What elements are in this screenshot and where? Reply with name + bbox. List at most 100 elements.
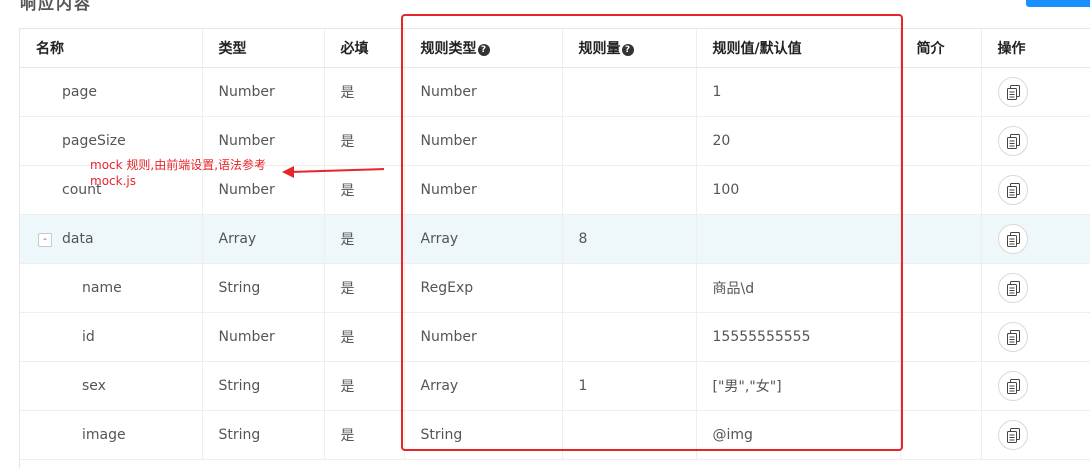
section-heading: 响应内容 bbox=[20, 0, 93, 13]
table-row: name String 是 RegExp 商品\d bbox=[20, 263, 1090, 313]
cell-action bbox=[981, 312, 1090, 362]
cell-rule-amount bbox=[562, 116, 697, 166]
col-header-rule-amount: 规则量? bbox=[562, 29, 697, 68]
table-row: sex String 是 Array 1 ["男","女"] bbox=[20, 361, 1090, 411]
table-header-row: 名称 类型 必填 规则类型? 规则量? 规则值/默认值 简介 操作 bbox=[20, 29, 1090, 68]
col-header-required: 必填 bbox=[324, 29, 405, 68]
cell-required: 是 bbox=[324, 361, 405, 411]
cell-rule-value: 15555555555 bbox=[696, 312, 901, 362]
cell-rule-type: RegExp bbox=[404, 263, 563, 313]
annotation-line: mock 规则,由前端设置,语法参考 bbox=[90, 158, 267, 172]
cell-required: 是 bbox=[324, 312, 405, 362]
table-row: id Number 是 Number 15555555555 bbox=[20, 312, 1090, 362]
cell-rule-value: 1 bbox=[696, 67, 901, 117]
cell-required: 是 bbox=[324, 263, 405, 313]
cell-rule-value: 商品\d bbox=[696, 263, 901, 313]
table-row: image String 是 String @img bbox=[20, 410, 1090, 460]
cell-required: 是 bbox=[324, 67, 405, 117]
copy-icon bbox=[1006, 280, 1020, 296]
cell-action bbox=[981, 67, 1090, 117]
col-header-rule-type-label: 规则类型 bbox=[420, 40, 477, 57]
cell-rule-type: Number bbox=[404, 116, 563, 166]
cell-rule-amount bbox=[562, 410, 697, 460]
copy-button[interactable] bbox=[997, 76, 1028, 107]
cell-action bbox=[981, 116, 1090, 166]
cell-description bbox=[900, 361, 982, 411]
cell-name: image bbox=[20, 410, 203, 460]
cell-rule-value bbox=[696, 214, 901, 264]
table-row: - data Array 是 Array 8 bbox=[20, 214, 1090, 264]
table-row: page Number 是 Number 1 bbox=[20, 67, 1090, 117]
copy-button[interactable] bbox=[997, 272, 1028, 303]
cell-action bbox=[981, 263, 1090, 313]
copy-button[interactable] bbox=[997, 174, 1028, 205]
copy-icon bbox=[1006, 329, 1020, 345]
cell-rule-amount: 8 bbox=[562, 214, 697, 264]
col-header-description: 简介 bbox=[900, 29, 982, 68]
cell-type: Number bbox=[202, 67, 325, 117]
col-header-name: 名称 bbox=[20, 29, 203, 68]
cell-rule-type: Array bbox=[404, 361, 563, 411]
cell-action bbox=[981, 361, 1090, 411]
cell-rule-amount bbox=[562, 263, 697, 313]
cell-name: page bbox=[20, 67, 203, 117]
collapse-toggle-button[interactable]: - bbox=[38, 232, 52, 247]
cell-type: String bbox=[202, 410, 325, 460]
cell-rule-type: Array bbox=[404, 214, 563, 264]
cell-required: 是 bbox=[324, 214, 405, 264]
cell-type: Array bbox=[202, 214, 325, 264]
cell-description bbox=[900, 263, 982, 313]
copy-icon bbox=[1006, 133, 1020, 149]
col-header-action: 操作 bbox=[981, 29, 1090, 68]
cell-description bbox=[900, 312, 982, 362]
copy-button[interactable] bbox=[997, 321, 1028, 352]
annotation-arrow-icon bbox=[282, 166, 385, 178]
cell-type: Number bbox=[202, 312, 325, 362]
cell-rule-type: Number bbox=[404, 312, 563, 362]
col-header-rule-type: 规则类型? bbox=[404, 29, 563, 68]
primary-button[interactable] bbox=[1026, 0, 1090, 7]
help-icon[interactable]: ? bbox=[621, 43, 634, 56]
cell-type: String bbox=[202, 361, 325, 411]
cell-rule-amount bbox=[562, 165, 697, 215]
cell-description bbox=[900, 67, 982, 117]
cell-description bbox=[900, 116, 982, 166]
cell-name: name bbox=[20, 263, 203, 313]
cell-rule-value: 20 bbox=[696, 116, 901, 166]
cell-name-label: data bbox=[62, 230, 94, 247]
copy-button[interactable] bbox=[997, 419, 1028, 450]
copy-button[interactable] bbox=[997, 125, 1028, 156]
copy-button[interactable] bbox=[997, 223, 1028, 254]
cell-action bbox=[981, 214, 1090, 264]
cell-description bbox=[900, 165, 982, 215]
annotation-line: mock.js bbox=[90, 174, 136, 188]
cell-rule-amount bbox=[562, 312, 697, 362]
cell-name: sex bbox=[20, 361, 203, 411]
cell-rule-type: Number bbox=[404, 165, 563, 215]
cell-required: 是 bbox=[324, 410, 405, 460]
col-header-rule-amount-label: 规则量 bbox=[578, 40, 621, 57]
col-header-type: 类型 bbox=[202, 29, 325, 68]
cell-name: id bbox=[20, 312, 203, 362]
cell-rule-type: Number bbox=[404, 67, 563, 117]
copy-icon bbox=[1006, 378, 1020, 394]
cell-rule-amount: 1 bbox=[562, 361, 697, 411]
cell-rule-amount bbox=[562, 67, 697, 117]
cell-type: String bbox=[202, 263, 325, 313]
annotation-note: mock 规则,由前端设置,语法参考 mock.js bbox=[90, 157, 300, 189]
cell-rule-value: 100 bbox=[696, 165, 901, 215]
cell-action bbox=[981, 410, 1090, 460]
copy-icon bbox=[1006, 427, 1020, 443]
cell-action bbox=[981, 165, 1090, 215]
cell-description bbox=[900, 410, 982, 460]
copy-button[interactable] bbox=[997, 370, 1028, 401]
response-params-table: 名称 类型 必填 规则类型? 规则量? 规则值/默认值 简介 操作 page N… bbox=[19, 28, 1090, 468]
copy-icon bbox=[1006, 182, 1020, 198]
cell-rule-type: String bbox=[404, 410, 563, 460]
cell-rule-value: ["男","女"] bbox=[696, 361, 901, 411]
copy-icon bbox=[1006, 84, 1020, 100]
col-header-rule-value: 规则值/默认值 bbox=[696, 29, 901, 68]
cell-description bbox=[900, 214, 982, 264]
help-icon[interactable]: ? bbox=[477, 43, 490, 56]
cell-rule-value: @img bbox=[696, 410, 901, 460]
